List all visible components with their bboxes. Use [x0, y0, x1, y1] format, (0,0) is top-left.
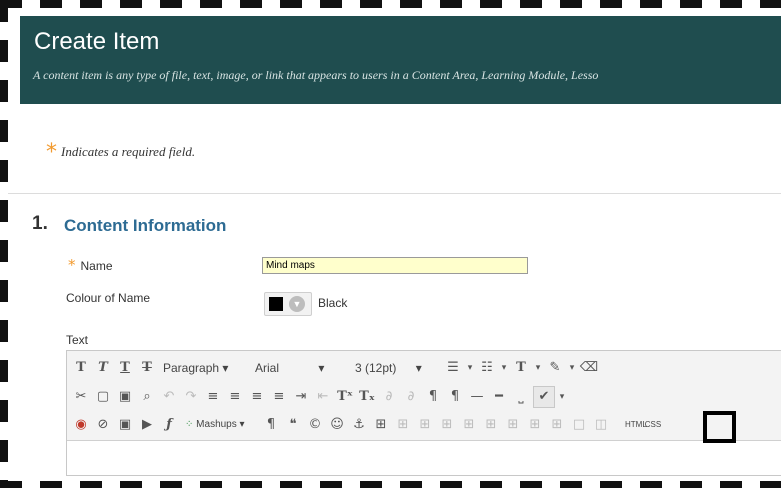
toolbar-row-3: ◉ ⊘ ▣ ▶ ƒ ⁘ Mashups ▾ ¶ ❝ © ☺ ⚓ ⊞ ⊞ ⊞ ⊞ …: [71, 414, 663, 436]
table-row-above-icon[interactable]: ⊞: [393, 415, 413, 435]
table-row-below-icon[interactable]: ⊞: [415, 415, 435, 435]
align-justify-icon[interactable]: ≡: [269, 387, 289, 407]
horizontal-rule-icon[interactable]: —: [467, 387, 487, 407]
record-icon[interactable]: ◉: [71, 415, 91, 435]
mashups-select[interactable]: ⁘ Mashups ▾: [181, 415, 259, 435]
chevron-down-icon[interactable]: ▾: [557, 387, 567, 407]
table-delete-row-icon[interactable]: ⊞: [437, 415, 457, 435]
name-label-text: Name: [80, 259, 113, 273]
section-number: 1.: [32, 213, 48, 234]
italic-button[interactable]: T: [93, 358, 113, 378]
horizontal-line-icon[interactable]: ━: [489, 387, 509, 407]
chevron-down-icon[interactable]: ▾: [533, 358, 543, 378]
undo-icon[interactable]: ↶: [159, 387, 179, 407]
required-star-icon: *: [68, 256, 76, 274]
table-split-icon[interactable]: ⊞: [547, 415, 567, 435]
table-col-before-icon[interactable]: ⊞: [459, 415, 479, 435]
size-select-value: 3 (12pt): [355, 361, 397, 375]
paragraph-mark-icon[interactable]: ¶: [261, 415, 281, 435]
text-style-icon[interactable]: T: [511, 358, 531, 378]
chevron-down-icon[interactable]: ▾: [465, 358, 475, 378]
html-button-highlight: [703, 411, 736, 443]
media-icon[interactable]: ▶: [137, 415, 157, 435]
page-header: Create Item A content item is any type o…: [20, 16, 781, 104]
link-icon[interactable]: ∂: [379, 387, 399, 407]
colour-label: Colour of Name: [66, 291, 151, 305]
math-icon[interactable]: ƒ: [159, 415, 179, 435]
chevron-down-icon: ▾: [222, 361, 229, 375]
align-left-icon[interactable]: ≡: [203, 387, 223, 407]
unlink-icon[interactable]: ∂: [401, 387, 421, 407]
font-select[interactable]: Arial ▾: [251, 358, 349, 378]
size-select[interactable]: 3 (12pt) ▾: [351, 358, 441, 378]
superscript-icon[interactable]: Tˣ: [335, 387, 355, 407]
copy-icon[interactable]: ▢: [93, 387, 113, 407]
css-button[interactable]: CSS: [643, 415, 663, 435]
toolbar-row-2: ✂ ▢ ▣ ⌕ ↶ ↷ ≡ ≡ ≡ ≡ ⇥ ⇤ Tˣ Tₓ ∂ ∂ ¶ ¶ — …: [71, 386, 567, 408]
cut-icon[interactable]: ✂: [71, 387, 91, 407]
anchor-icon[interactable]: ⚓: [349, 415, 369, 435]
chevron-down-icon: ▼: [289, 296, 305, 312]
paste-icon[interactable]: ▣: [115, 387, 135, 407]
indent-icon[interactable]: ⇥: [291, 387, 311, 407]
ltr-icon[interactable]: ¶: [423, 387, 443, 407]
align-center-icon[interactable]: ≡: [225, 387, 245, 407]
rtl-icon[interactable]: ¶: [445, 387, 465, 407]
strikethrough-button[interactable]: T: [137, 358, 157, 378]
font-select-value: Arial: [255, 361, 280, 375]
copyright-icon[interactable]: ©: [305, 415, 325, 435]
mashups-icon: ⁘: [185, 419, 194, 430]
chevron-down-icon: ▾: [415, 361, 422, 375]
name-input[interactable]: [262, 257, 528, 274]
underline-button[interactable]: T: [115, 358, 135, 378]
required-star-icon: *: [46, 140, 57, 165]
table-icon[interactable]: ⊞: [371, 415, 391, 435]
colour-swatch: [269, 297, 283, 311]
non-breaking-space-icon[interactable]: ⎵: [511, 387, 531, 407]
subscript-icon[interactable]: Tₓ: [357, 387, 377, 407]
required-note: * Indicates a required field.: [46, 140, 195, 165]
dashed-border-top: [0, 0, 781, 8]
chevron-down-icon: ▾: [318, 361, 325, 375]
section-divider: [8, 193, 781, 194]
mashups-label: Mashups: [196, 419, 237, 430]
spellcheck-icon[interactable]: ✔: [533, 386, 555, 408]
dashed-border-bottom: [0, 481, 781, 488]
chevron-down-icon: ▾: [239, 419, 245, 430]
colour-value: Black: [318, 296, 348, 310]
colour-picker-button[interactable]: ▼: [264, 292, 312, 316]
redo-icon[interactable]: ↷: [181, 387, 201, 407]
table-cell-props-icon[interactable]: □: [569, 415, 589, 435]
bullet-list-icon[interactable]: ☰: [443, 358, 463, 378]
find-icon[interactable]: ⌕: [137, 387, 157, 407]
required-note-text: Indicates a required field.: [61, 144, 196, 159]
numbered-list-icon[interactable]: ☷: [477, 358, 497, 378]
table-col-after-icon[interactable]: ⊞: [481, 415, 501, 435]
outdent-icon[interactable]: ⇤: [313, 387, 333, 407]
table-props-icon[interactable]: ◫: [591, 415, 611, 435]
table-delete-col-icon[interactable]: ⊞: [503, 415, 523, 435]
emoticon-icon[interactable]: ☺: [327, 415, 347, 435]
toolbar-row-1: T T T T Paragraph ▾ Arial ▾ 3 (12pt) ▾ ☰…: [71, 357, 599, 379]
name-label: * Name: [68, 256, 113, 274]
paragraph-select[interactable]: Paragraph ▾: [159, 358, 249, 378]
section-title: Content Information: [64, 216, 227, 235]
paragraph-select-value: Paragraph: [163, 361, 220, 375]
dashed-border-left: [0, 0, 8, 488]
page-title: Create Item: [34, 28, 160, 55]
highlight-pen-icon[interactable]: ✎: [545, 358, 565, 378]
eraser-icon[interactable]: ⌫: [579, 358, 599, 378]
chevron-down-icon[interactable]: ▾: [499, 358, 509, 378]
quote-icon[interactable]: ❝: [283, 415, 303, 435]
align-right-icon[interactable]: ≡: [247, 387, 267, 407]
table-merge-icon[interactable]: ⊞: [525, 415, 545, 435]
page-subtitle: A content item is any type of file, text…: [33, 68, 599, 82]
image-icon[interactable]: ▣: [115, 415, 135, 435]
bold-button[interactable]: T: [71, 358, 91, 378]
editor-toolbar: T T T T Paragraph ▾ Arial ▾ 3 (12pt) ▾ ☰…: [67, 351, 781, 441]
text-label: Text: [66, 333, 89, 347]
chevron-down-icon[interactable]: ▾: [567, 358, 577, 378]
attach-icon[interactable]: ⊘: [93, 415, 113, 435]
text-editor[interactable]: T T T T Paragraph ▾ Arial ▾ 3 (12pt) ▾ ☰…: [66, 350, 781, 476]
